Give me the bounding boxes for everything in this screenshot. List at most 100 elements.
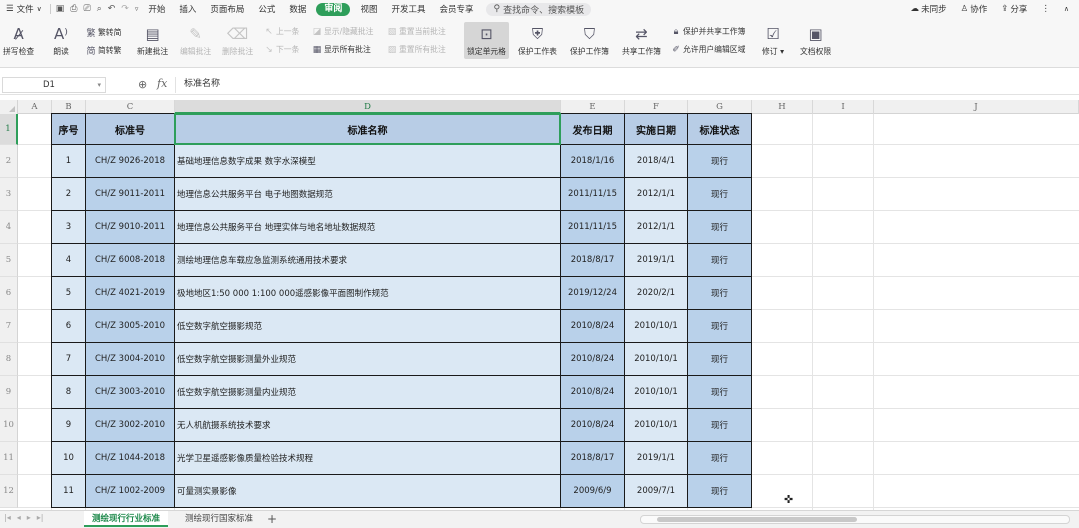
column-header-h[interactable]: H (752, 100, 813, 114)
share-button[interactable]: ⇪ 分享 (995, 0, 1033, 18)
table-cell[interactable]: CH/Z 3004-2010 (86, 343, 175, 376)
table-cell[interactable]: 5 (52, 277, 86, 310)
column-header-c[interactable]: C (86, 100, 175, 114)
table-cell[interactable]: 基础地理信息数字成果 数字水深模型 (175, 145, 561, 178)
tab-member[interactable]: 会员专享 (432, 0, 480, 18)
table-cell[interactable]: 地理信息公共服务平台 电子地图数据规范 (175, 178, 561, 211)
table-cell[interactable]: CH/Z 3003-2010 (86, 376, 175, 409)
table-cell[interactable]: 11 (52, 475, 86, 508)
function-icon[interactable]: fx (157, 77, 167, 90)
sync-status[interactable]: ☁ 未同步 (905, 0, 953, 18)
tab-home[interactable]: 开始 (141, 0, 172, 18)
tab-page-layout[interactable]: 页面布局 (203, 0, 251, 18)
collapse-ribbon-icon[interactable]: ∧ (1058, 0, 1075, 18)
table-cell[interactable]: 6 (52, 310, 86, 343)
next-comment-button[interactable]: ↘ 下一条 (264, 44, 299, 55)
collab-button[interactable]: ♙ 协作 (955, 0, 994, 18)
show-hide-comment-button[interactable]: ◪ 显示/隐藏批注 (312, 26, 374, 37)
reset-current-comment-button[interactable]: ▧ 重置当前批注 (387, 26, 446, 37)
tab-view[interactable]: 视图 (353, 0, 384, 18)
share-workbook-button[interactable]: ⇄ 共享工作簿 (622, 24, 661, 57)
table-cell[interactable]: 现行 (688, 244, 752, 277)
edit-comment-button[interactable]: ✎ 编辑批注 (180, 24, 211, 57)
first-sheet-icon[interactable]: |◂ (4, 513, 11, 522)
sheet-grid[interactable]: A B C D E F G H I J 1 2 3 4 5 6 7 8 9 10 11 12 序号 标准号 标准名称 发布日期 实施… (0, 100, 1079, 510)
table-cell[interactable]: CH/Z 6008-2018 (86, 244, 175, 277)
add-sheet-button[interactable]: + (267, 511, 277, 527)
sheet-tab-national[interactable]: 测绘现行国家标准 (177, 511, 261, 527)
table-cell[interactable]: 现行 (688, 376, 752, 409)
table-cell[interactable]: 2012/1/1 (625, 178, 688, 211)
table-cell[interactable]: 2 (52, 178, 86, 211)
export-pdf-icon[interactable]: ⎙ (67, 4, 80, 14)
table-cell[interactable]: 2019/1/1 (625, 244, 688, 277)
row-header-6[interactable]: 6 (0, 277, 18, 310)
table-cell[interactable]: CH/Z 1002-2009 (86, 475, 175, 508)
table-cell[interactable]: 光学卫星遥感影像质量检验技术规程 (175, 442, 561, 475)
command-search[interactable]: ⚲ 查找命令、搜索模板 (486, 2, 592, 16)
table-header-cell[interactable]: 实施日期 (625, 114, 688, 145)
row-header-1[interactable]: 1 (0, 114, 18, 145)
table-cell[interactable]: 2019/12/24 (561, 277, 625, 310)
table-cell[interactable]: 2010/10/1 (625, 376, 688, 409)
table-cell[interactable]: 2020/2/1 (625, 277, 688, 310)
table-header-cell[interactable]: 标准状态 (688, 114, 752, 145)
table-header-cell[interactable]: 序号 (52, 114, 86, 145)
formula-input[interactable]: 标准名称 (175, 77, 1079, 93)
zoom-icon[interactable]: ⊕ (138, 78, 147, 91)
table-cell[interactable]: 现行 (688, 442, 752, 475)
table-cell[interactable]: 无人机航摄系统技术要求 (175, 409, 561, 442)
protect-sheet-button[interactable]: ⛨ 保护工作表 (518, 24, 557, 57)
table-cell[interactable]: 低空数字航空摄影测量外业规范 (175, 343, 561, 376)
table-cell[interactable]: CH/Z 4021-2019 (86, 277, 175, 310)
name-box[interactable]: D1 ▾ (2, 77, 106, 93)
table-cell[interactable]: 10 (52, 442, 86, 475)
table-cell[interactable]: CH/Z 1044-2018 (86, 442, 175, 475)
table-cell[interactable]: 2018/1/16 (561, 145, 625, 178)
table-cell[interactable]: 2010/10/1 (625, 409, 688, 442)
table-cell[interactable]: 2010/8/24 (561, 376, 625, 409)
lock-cell-button[interactable]: ⊡ 锁定单元格 (464, 22, 509, 59)
row-header-8[interactable]: 8 (0, 343, 18, 376)
table-cell[interactable]: 2010/8/24 (561, 409, 625, 442)
table-cell[interactable]: 7 (52, 343, 86, 376)
table-cell[interactable]: 现行 (688, 178, 752, 211)
horizontal-scrollbar[interactable] (640, 515, 1070, 524)
tab-review[interactable]: 审阅 (316, 2, 351, 16)
table-cell[interactable]: CH/Z 9026-2018 (86, 145, 175, 178)
protect-and-share-button[interactable]: 🔒︎ 保护并共享工作簿 (671, 26, 746, 37)
row-header-5[interactable]: 5 (0, 244, 18, 277)
table-cell[interactable]: 2019/1/1 (625, 442, 688, 475)
show-all-comments-button[interactable]: ▦ 显示所有批注 (312, 44, 371, 55)
table-cell[interactable]: 8 (52, 376, 86, 409)
table-cell[interactable]: 2009/6/9 (561, 475, 625, 508)
table-cell[interactable]: 可量测实景影像 (175, 475, 561, 508)
protect-workbook-button[interactable]: ⛉ 保护工作簿 (570, 24, 609, 57)
row-header-7[interactable]: 7 (0, 310, 18, 343)
new-comment-button[interactable]: ▤ 新建批注 (137, 24, 168, 57)
table-cell[interactable]: 2010/10/1 (625, 343, 688, 376)
table-cell[interactable]: 现行 (688, 343, 752, 376)
table-header-cell[interactable]: 标准号 (86, 114, 175, 145)
last-sheet-icon[interactable]: ▸| (37, 513, 44, 522)
next-sheet-icon[interactable]: ▸ (27, 513, 31, 522)
table-header-cell[interactable]: 发布日期 (561, 114, 625, 145)
table-cell[interactable]: 2018/8/17 (561, 244, 625, 277)
reset-all-comments-button[interactable]: ▨ 重置所有批注 (387, 44, 446, 55)
column-header-d[interactable]: D (175, 100, 561, 114)
track-changes-button[interactable]: ☑ 修订 ▾ (762, 24, 784, 57)
column-header-b[interactable]: B (52, 100, 86, 114)
sheet-tab-industry[interactable]: 测绘现行行业标准 (84, 511, 169, 527)
row-header-11[interactable]: 11 (0, 442, 18, 475)
row-header-9[interactable]: 9 (0, 376, 18, 409)
column-header-a[interactable]: A (18, 100, 52, 114)
save-icon[interactable]: ▣ (53, 4, 68, 14)
table-cell[interactable]: 现行 (688, 409, 752, 442)
table-cell[interactable]: 现行 (688, 475, 752, 508)
row-header-10[interactable]: 10 (0, 409, 18, 442)
table-cell[interactable]: 1 (52, 145, 86, 178)
table-cell[interactable]: CH/Z 9011-2011 (86, 178, 175, 211)
print-preview-icon[interactable]: ⌕ (94, 4, 105, 14)
table-header-cell[interactable]: 标准名称 (175, 114, 561, 145)
table-cell[interactable]: 3 (52, 211, 86, 244)
